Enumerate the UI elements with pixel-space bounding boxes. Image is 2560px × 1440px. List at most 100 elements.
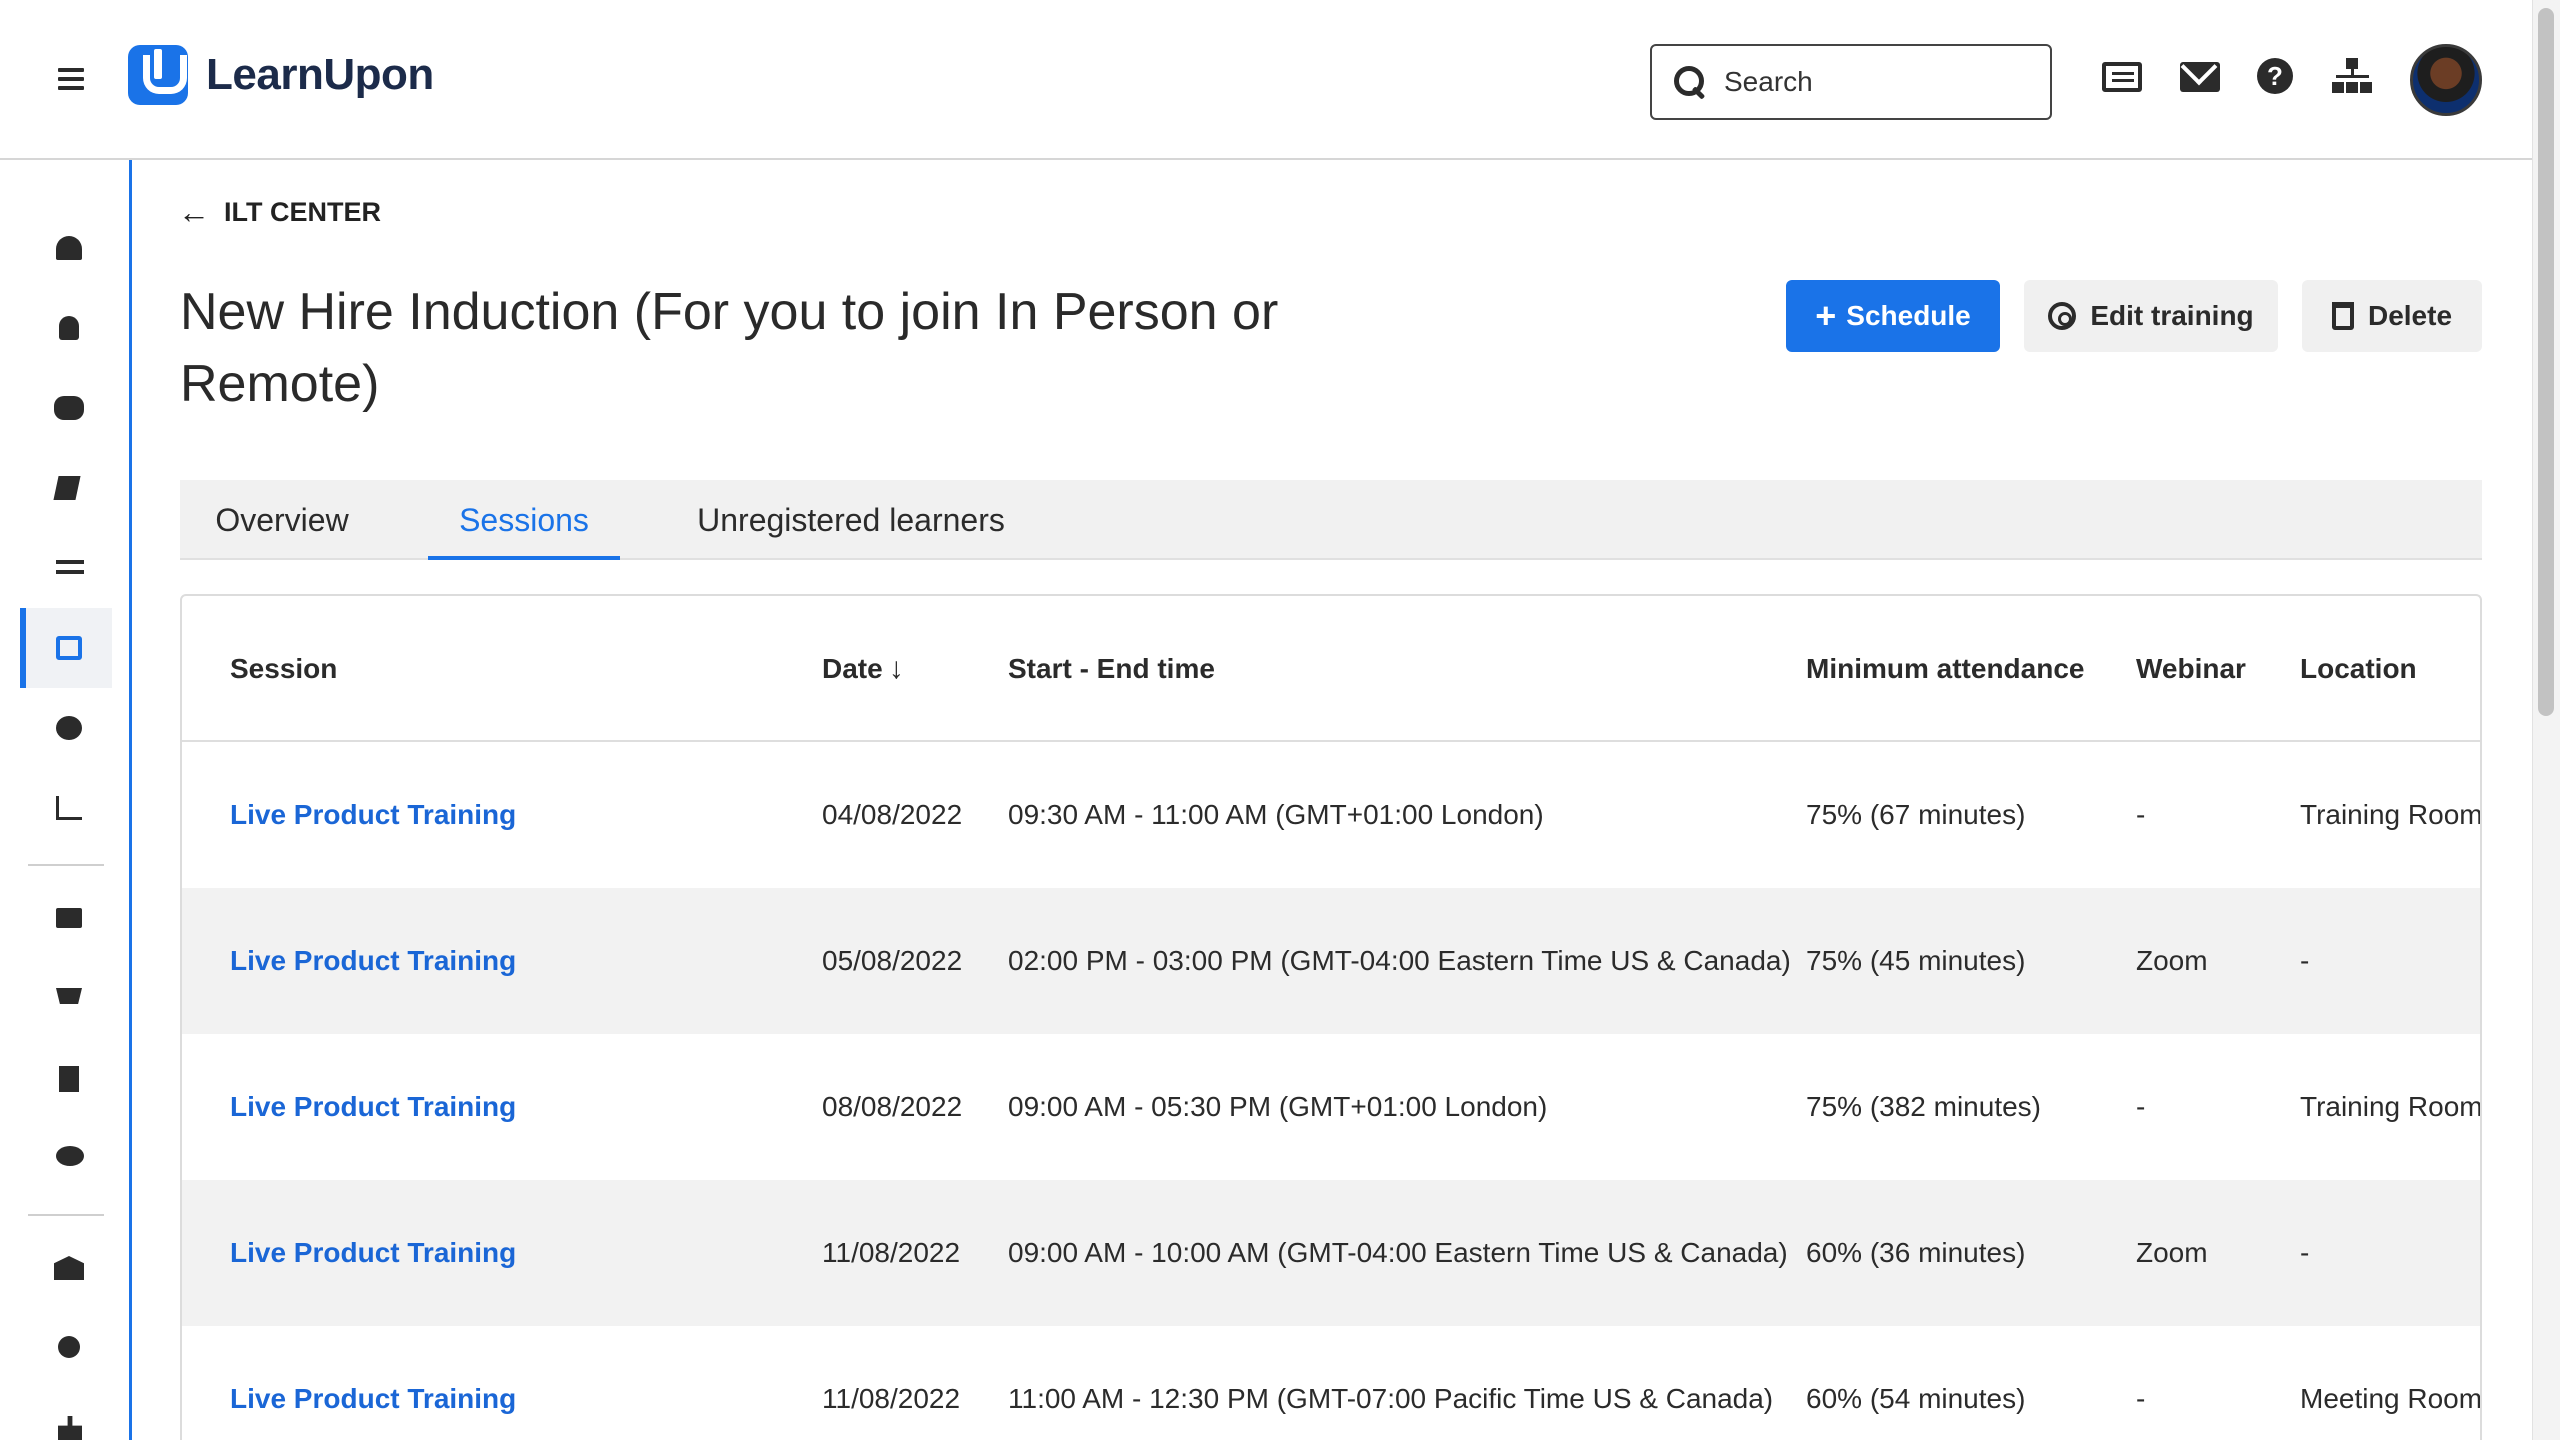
sidebar-item-portals[interactable] [20,1228,112,1308]
groups-icon [54,396,84,420]
session-webinar: - [2136,1091,2146,1122]
column-header-webinar[interactable]: Webinar [2136,596,2246,742]
sidebar-item-reports[interactable] [20,768,112,848]
session-link[interactable]: Live Product Training [230,1326,516,1440]
session-time: 09:00 AM - 10:00 AM (GMT-04:00 Eastern T… [1008,1237,1788,1268]
session-link[interactable]: Live Product Training [230,888,516,1034]
sidebar-item-store[interactable] [20,958,112,1038]
sidebar [0,160,132,1440]
arrow-left-icon: ← [178,194,210,230]
session-time: 11:00 AM - 12:30 PM (GMT-07:00 Pacific T… [1008,1383,1774,1414]
help-icon[interactable]: ? [2257,58,2293,94]
session-date: 11/08/2022 [822,1237,961,1268]
breadcrumb-label: ILT CENTER [224,197,381,227]
column-header-time[interactable]: Start - End time [1008,596,1215,742]
session-min-attendance: 75% (45 minutes) [1806,945,2026,976]
column-header-location[interactable]: Location [2300,596,2417,742]
session-time: 09:30 AM - 11:00 AM (GMT+01:00 London) [1008,799,1544,830]
session-webinar: Zoom [2136,945,2208,976]
sidebar-item-users[interactable] [20,288,112,368]
calendar-icon [56,636,82,660]
session-min-attendance: 75% (67 minutes) [1806,799,2026,830]
tab-unregistered-learners[interactable]: Unregistered learners [670,480,1032,560]
delete-button-label: Delete [2367,300,2453,331]
table-row[interactable]: Live Product Training 11/08/2022 09:00 A… [182,1180,2480,1326]
table-row[interactable]: Live Product Training 11/08/2022 11:00 A… [182,1326,2480,1440]
session-date: 04/08/2022 [822,799,963,830]
breadcrumb[interactable]: ← ILT CENTER [178,194,381,231]
sidebar-divider [28,864,104,866]
folder-icon [56,908,82,928]
schedule-button-label: Schedule [1846,300,1971,331]
mail-icon[interactable] [2180,62,2220,92]
badge-icon [58,1336,80,1358]
sidebar-divider [28,1214,104,1216]
institution-icon [54,1256,84,1280]
sidebar-item-chat[interactable] [20,1118,112,1198]
page-title: New Hire Induction (For you to join In P… [180,283,1279,413]
session-webinar: Zoom [2136,1237,2208,1268]
session-webinar: - [2136,799,2146,830]
search-icon [1672,64,1708,100]
plus-icon: + [1815,295,1837,336]
session-link[interactable]: Live Product Training [230,1034,516,1180]
tab-bar: Overview Sessions Unregistered learners [180,480,2482,560]
column-header-min-attendance[interactable]: Minimum attendance [1806,596,2084,742]
sidebar-item-dashboard[interactable] [20,208,112,288]
sidebar-item-resources[interactable] [20,878,112,958]
courses-icon [53,476,81,500]
logo-mark-icon [128,45,188,105]
sidebar-item-ilt-center[interactable] [20,608,112,688]
cart-icon [56,988,82,1004]
session-link[interactable]: Live Product Training [230,742,516,888]
table-row[interactable]: Live Product Training 05/08/2022 02:00 P… [182,888,2480,1034]
document-icon [59,1066,79,1092]
session-min-attendance: 75% (382 minutes) [1806,1091,2042,1122]
exchange-icon [56,560,84,574]
gear-icon [2048,302,2077,330]
messages-icon[interactable] [2102,62,2142,92]
dashboard-icon [56,236,82,260]
sidebar-item-settings[interactable] [20,1308,112,1388]
session-time: 09:00 AM - 05:30 PM (GMT+01:00 London) [1008,1091,1548,1122]
menu-icon[interactable] [58,68,84,90]
trash-icon [2331,302,2354,330]
org-chart-icon[interactable] [2332,58,2372,94]
sidebar-item-groups[interactable] [20,368,112,448]
schedule-button[interactable]: + Schedule [1786,280,2000,352]
table-header: Session Date ↓ Start - End time Minimum a… [182,596,2480,742]
avatar[interactable] [2410,44,2482,116]
search-input[interactable] [1724,66,2024,98]
scrollbar-thumb[interactable] [2538,8,2554,716]
session-time: 02:00 PM - 03:00 PM (GMT-04:00 Eastern T… [1008,945,1791,976]
user-icon [59,316,79,340]
table-row[interactable]: Live Product Training 04/08/2022 09:30 A… [182,742,2482,888]
logo[interactable]: LearnUpon [128,44,434,106]
sidebar-item-documents[interactable] [20,1038,112,1118]
session-location: Training Room [2300,1091,2482,1122]
chat-icon [56,1146,84,1166]
tab-sessions[interactable]: Sessions [428,480,620,560]
column-header-session[interactable]: Session [230,596,337,742]
sidebar-item-hierarchy[interactable] [20,1388,112,1440]
session-location: - [2300,1237,2310,1268]
tab-overview[interactable]: Overview [180,480,384,560]
sidebar-item-courses[interactable] [20,448,112,528]
pie-chart-icon [56,716,82,740]
table-row[interactable]: Live Product Training 08/08/2022 09:00 A… [182,1034,2482,1180]
session-min-attendance: 60% (54 minutes) [1806,1383,2026,1414]
column-header-date-label: Date [822,653,883,684]
edit-training-button-label: Edit training [2090,300,2254,331]
session-date: 11/08/2022 [822,1383,961,1414]
search-box[interactable] [1650,44,2052,120]
sessions-table: Session Date ↓ Start - End time Minimum a… [180,594,2482,1440]
sidebar-item-analytics[interactable] [20,688,112,768]
session-link[interactable]: Live Product Training [230,1180,516,1326]
column-header-date[interactable]: Date ↓ [822,596,904,742]
delete-button[interactable]: Delete [2302,280,2482,352]
edit-training-button[interactable]: Edit training [2024,280,2278,352]
session-date: 08/08/2022 [822,1091,963,1122]
session-location: Training Room [2300,799,2482,830]
sidebar-item-integrations[interactable] [20,528,112,608]
session-webinar: - [2136,1383,2146,1414]
